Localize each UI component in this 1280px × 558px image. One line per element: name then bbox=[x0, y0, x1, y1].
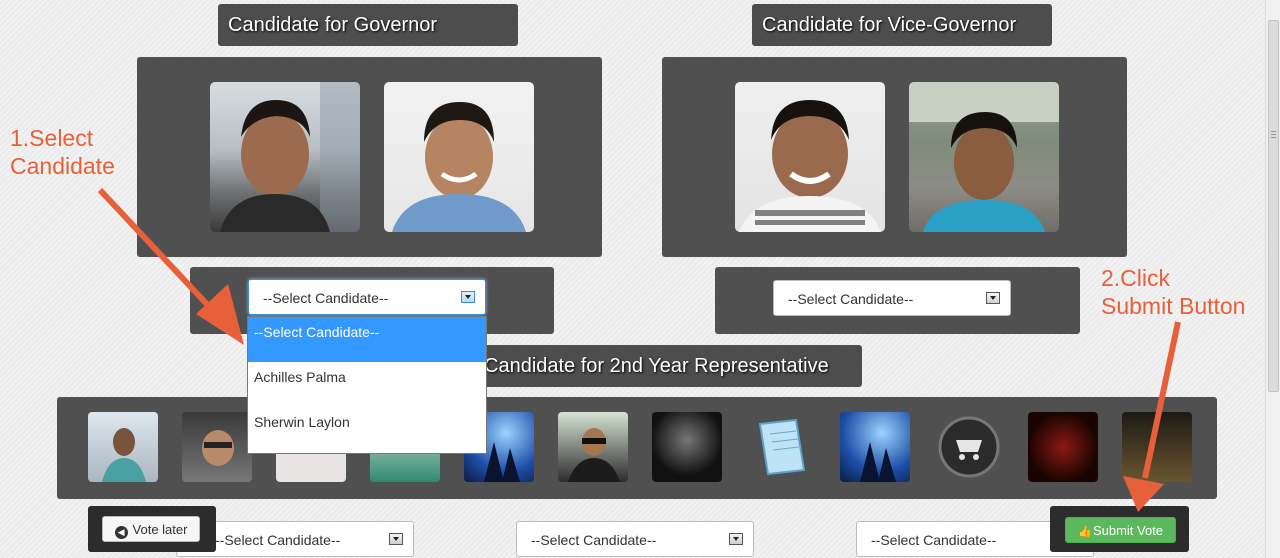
anime-image bbox=[860, 442, 896, 482]
person-image bbox=[392, 102, 526, 232]
submit-vote-wrapper: 👍Submit Vote bbox=[1050, 506, 1189, 552]
governor-select-value: --Select Candidate-- bbox=[263, 290, 389, 306]
representative-photo[interactable] bbox=[840, 412, 910, 482]
representative-photo[interactable] bbox=[88, 412, 158, 482]
person-image bbox=[909, 82, 1059, 232]
dropdown-option[interactable]: --Select Candidate-- bbox=[248, 317, 486, 362]
person-image bbox=[220, 82, 360, 232]
representative-photo[interactable] bbox=[746, 412, 816, 482]
representative-photo[interactable] bbox=[182, 412, 252, 482]
vote-later-button[interactable]: ◀ Vote later bbox=[102, 516, 200, 542]
vote-later-wrapper: ◀ Vote later bbox=[88, 506, 216, 552]
representative-select-mid[interactable]: --Select Candidate-- bbox=[516, 521, 754, 557]
step1-line2: Candidate bbox=[10, 153, 115, 179]
cart-icon bbox=[938, 416, 1000, 478]
representative-title: Candidate for 2nd Year Representative bbox=[474, 345, 862, 387]
page-scrollbar[interactable] bbox=[1265, 0, 1280, 558]
vice-governor-candidate-photo-1[interactable] bbox=[735, 82, 885, 232]
governor-dropdown-list: --Select Candidate-- Achilles Palma Sher… bbox=[247, 316, 487, 454]
person-image bbox=[202, 430, 234, 466]
governor-candidate-photo-1[interactable] bbox=[210, 82, 360, 232]
governor-title: Candidate for Governor bbox=[218, 4, 518, 46]
representative-select-value: --Select Candidate-- bbox=[215, 532, 341, 548]
vice-governor-title: Candidate for Vice-Governor bbox=[752, 4, 1052, 46]
representative-photo[interactable] bbox=[1122, 412, 1192, 482]
thumbs-up-icon: 👍 bbox=[1077, 526, 1092, 538]
person-image bbox=[568, 428, 620, 482]
chevron-down-icon[interactable] bbox=[729, 533, 743, 545]
representative-select-value: --Select Candidate-- bbox=[531, 532, 657, 548]
vote-later-label: Vote later bbox=[132, 522, 188, 537]
chevron-down-icon[interactable] bbox=[461, 291, 475, 303]
step2-line2: Submit Button bbox=[1101, 293, 1246, 319]
arrow-left-circle-icon: ◀ bbox=[114, 526, 128, 539]
dropdown-option[interactable]: Achilles Palma bbox=[248, 362, 486, 407]
representative-photo[interactable] bbox=[558, 412, 628, 482]
submit-vote-button[interactable]: 👍Submit Vote bbox=[1065, 517, 1176, 543]
vice-governor-select-value: --Select Candidate-- bbox=[788, 291, 914, 307]
dropdown-option[interactable]: Sherwin Laylon bbox=[248, 407, 486, 452]
representative-photo-panel bbox=[57, 397, 1217, 499]
vice-governor-candidate-photo-2[interactable] bbox=[909, 82, 1059, 232]
submit-vote-label: Submit Vote bbox=[1092, 523, 1164, 538]
step2-annotation: 2.Click Submit Button bbox=[1101, 264, 1245, 320]
governor-photo-panel bbox=[137, 57, 602, 257]
representative-photo[interactable] bbox=[1028, 412, 1098, 482]
person-image bbox=[102, 428, 146, 482]
vice-governor-photo-panel bbox=[662, 57, 1127, 257]
person-image bbox=[739, 100, 881, 232]
representative-photo[interactable] bbox=[652, 412, 722, 482]
step2-line1: 2.Click bbox=[1101, 265, 1171, 291]
representative-photo[interactable] bbox=[934, 412, 1004, 482]
governor-candidate-photo-2[interactable] bbox=[384, 82, 534, 232]
representative-select-value: --Select Candidate-- bbox=[871, 532, 997, 548]
step1-annotation: 1.Select Candidate bbox=[10, 124, 115, 180]
notepad-icon bbox=[758, 418, 806, 476]
chevron-down-icon[interactable] bbox=[389, 533, 403, 545]
scrollbar-thumb[interactable] bbox=[1268, 20, 1279, 392]
governor-select[interactable]: --Select Candidate-- bbox=[248, 279, 486, 315]
step1-line1: 1.Select bbox=[10, 125, 94, 151]
vice-governor-select[interactable]: --Select Candidate-- bbox=[773, 280, 1011, 316]
chevron-down-icon[interactable] bbox=[986, 292, 1000, 304]
